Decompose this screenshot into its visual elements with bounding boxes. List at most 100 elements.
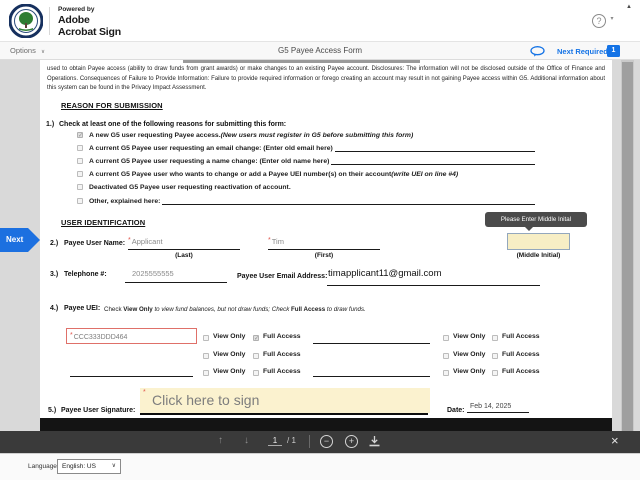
first-caption: (First): [268, 252, 380, 259]
privacy-intro-text: used to obtain Payee access (ability to …: [47, 65, 605, 94]
q4-number: 4.): [50, 305, 58, 312]
old-email-input-line[interactable]: [335, 145, 535, 152]
view-only-checkbox[interactable]: [203, 370, 209, 376]
language-bar: Language: English: US ∨: [0, 453, 640, 480]
uei-input-field[interactable]: *CCC333DDD464: [66, 328, 197, 344]
next-field-tab[interactable]: Next: [0, 228, 40, 252]
date-line: [467, 412, 529, 413]
view-only-label: View Only: [213, 368, 245, 375]
reason-text: A current G5 Payee user who wants to cha…: [89, 171, 391, 178]
tooltip-arrow: [525, 227, 533, 231]
required-asterisk: *: [70, 332, 73, 339]
view-only-checkbox[interactable]: [443, 335, 449, 341]
date-field: Feb 14, 2025: [470, 403, 511, 410]
required-asterisk: *: [128, 237, 131, 244]
checkbox-checked-icon[interactable]: [77, 132, 83, 138]
close-icon[interactable]: ×: [611, 433, 619, 448]
full-access-checkbox[interactable]: [492, 370, 498, 376]
acrobat-sign-window: Powered by Adobe Acrobat Sign ? ▾ ▲ Opti…: [0, 0, 640, 480]
q4-label: Payee UEI:: [64, 305, 100, 312]
last-name-line[interactable]: [128, 249, 240, 250]
view-only-checkbox[interactable]: [443, 353, 449, 359]
reason-text: Deactivated G5 Payee user requesting rea…: [89, 184, 291, 191]
email-field[interactable]: timapplicant11@gmail.com: [328, 268, 442, 279]
reason-row-uei-change: A current G5 Payee user who wants to cha…: [77, 171, 535, 178]
reason-text: A current G5 Payee user requesting an em…: [89, 145, 333, 152]
next-page-button[interactable]: ↓: [244, 435, 249, 446]
full-access-checkbox[interactable]: [492, 335, 498, 341]
email-line[interactable]: [327, 285, 540, 286]
comment-bubble-icon[interactable]: [530, 46, 545, 57]
zoom-in-button[interactable]: +: [345, 435, 358, 448]
q1-label: Check at least one of the following reas…: [59, 121, 286, 128]
next-required-button[interactable]: Next Required: [557, 47, 608, 56]
view-only-label: View Only: [453, 333, 485, 340]
q3-number: 3.): [50, 271, 58, 278]
help-button[interactable]: ? ▾: [592, 11, 618, 27]
brand-adobe: Adobe: [58, 14, 90, 26]
user-identification-heading: USER IDENTIFICATION: [61, 218, 145, 227]
full-access-checkbox[interactable]: [253, 353, 259, 359]
q5-number: 5.): [48, 407, 56, 414]
last-name-field[interactable]: *Applicant: [128, 237, 163, 246]
middle-initial-tooltip: Please Enter Middle Inital: [485, 212, 587, 227]
full-access-label: Full Access: [502, 368, 540, 375]
reason-text: Other, explained here:: [89, 198, 160, 205]
scrollbar-thumb[interactable]: [622, 62, 633, 436]
checkbox-icon[interactable]: [77, 145, 83, 151]
first-name-field[interactable]: *Tim: [268, 237, 284, 246]
date-label: Date:: [447, 407, 465, 414]
full-access-checkbox[interactable]: [253, 370, 259, 376]
reason-for-submission-heading: REASON FOR SUBMISSION: [61, 101, 163, 110]
view-only-label: View Only: [213, 333, 245, 340]
signature-field[interactable]: * Click here to sign: [140, 388, 430, 413]
view-only-checkbox[interactable]: [203, 335, 209, 341]
q3-label: Telephone #:: [64, 271, 107, 278]
form-page: used to obtain Payee access (ability to …: [40, 60, 612, 418]
click-here-to-sign-text: Click here to sign: [152, 392, 259, 408]
scrollbar-up-arrow[interactable]: ▲: [626, 4, 632, 10]
checkbox-icon[interactable]: [77, 198, 83, 204]
checkbox-icon[interactable]: [77, 184, 83, 190]
brand-acrobat-sign: Acrobat Sign: [58, 26, 121, 38]
reason-italic-note: (write UEI on line #4): [391, 171, 458, 178]
telephone-line[interactable]: [125, 282, 227, 283]
view-only-checkbox[interactable]: [443, 370, 449, 376]
powered-by-label: Powered by: [58, 6, 94, 13]
reason-italic-note: (New users must register in G5 before su…: [221, 132, 414, 139]
reason-text: A new G5 user requesting Payee access.: [89, 132, 221, 139]
page-number-input[interactable]: 1: [268, 436, 282, 446]
signature-line: [140, 413, 428, 415]
uei-line-2[interactable]: [313, 343, 430, 344]
full-access-checkbox-checked[interactable]: [253, 335, 259, 341]
app-header: Powered by Adobe Acrobat Sign ? ▾ ▲: [0, 0, 640, 42]
page-top-band: [183, 60, 420, 63]
middle-initial-field[interactable]: [507, 233, 570, 250]
first-name-line[interactable]: [268, 249, 380, 250]
q1-number: 1.): [46, 121, 54, 128]
language-select[interactable]: English: US ∨: [57, 459, 121, 474]
zoom-out-button[interactable]: −: [320, 435, 333, 448]
required-asterisk: *: [268, 237, 271, 244]
q5-label: Payee User Signature:: [61, 407, 135, 414]
q2-number: 2.): [50, 240, 58, 247]
other-explanation-input-line[interactable]: [162, 198, 535, 205]
vertical-scrollbar[interactable]: [621, 60, 634, 431]
uei-instructions: Check View Only to view fund balances, b…: [104, 306, 366, 313]
view-only-checkbox[interactable]: [203, 353, 209, 359]
middle-caption: (Middle Initial): [505, 252, 572, 259]
language-value: English: US: [62, 463, 96, 470]
document-toolbar: Options ∨ G5 Payee Access Form Next Requ…: [0, 42, 640, 60]
uei-line-3[interactable]: [70, 376, 193, 377]
q2-label: Payee User Name:: [64, 240, 125, 247]
uei-line-4[interactable]: [313, 376, 430, 377]
full-access-label: Full Access: [263, 333, 301, 340]
checkbox-icon[interactable]: [77, 158, 83, 164]
full-access-checkbox[interactable]: [492, 353, 498, 359]
checkbox-icon[interactable]: [77, 171, 83, 177]
download-icon[interactable]: [368, 435, 381, 448]
reason-text: A current G5 Payee user requesting a nam…: [89, 158, 329, 165]
telephone-field[interactable]: 2025555555: [132, 269, 174, 278]
old-name-input-line[interactable]: [331, 158, 535, 165]
previous-page-button[interactable]: ↑: [218, 435, 223, 446]
